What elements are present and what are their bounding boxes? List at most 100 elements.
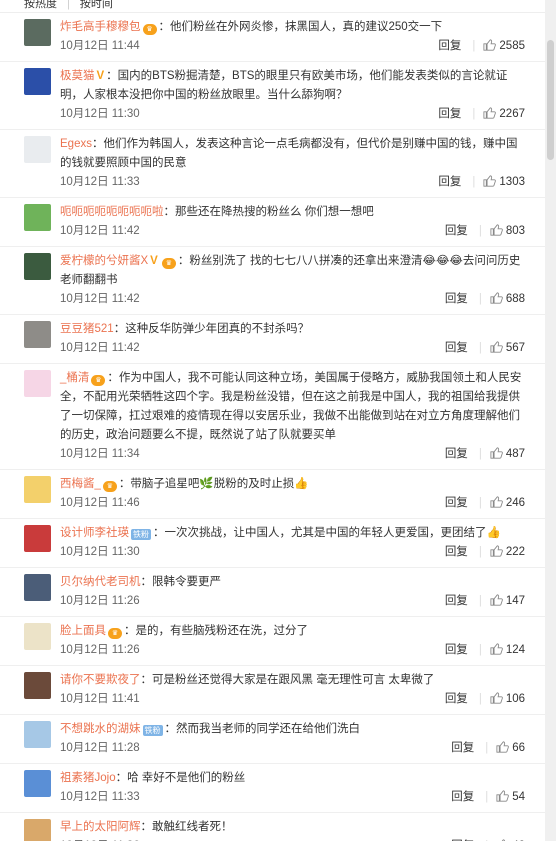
- avatar[interactable]: [24, 136, 51, 163]
- comment-text-block: 设计师李社瑛 铁粉 ：一次次挑战，让中国人，尤其是中国的年轻人更爱国，更团结了👍: [60, 524, 525, 543]
- comment-date: 10月12日 11:34: [60, 448, 140, 460]
- thumbs-up-icon[interactable]: [483, 39, 497, 51]
- thumbs-up-icon[interactable]: [490, 594, 503, 606]
- reply-button[interactable]: 回复: [445, 293, 468, 305]
- thumbs-up-icon[interactable]: [490, 692, 503, 704]
- thumbs-up-icon[interactable]: [490, 643, 503, 655]
- comment-item: 贝尔纳代老司机：限韩令要更严 10月12日 11:26 回复 | 147: [0, 568, 545, 617]
- avatar[interactable]: [24, 721, 51, 748]
- reply-button[interactable]: 回复: [438, 108, 461, 120]
- comment-text: 哈 幸好不是他们的粉丝: [127, 772, 246, 784]
- comment-meta: 10月12日 11:26 回复 | 147: [60, 592, 525, 610]
- comment-colon: ：: [140, 674, 153, 686]
- thumbs-up-icon[interactable]: [496, 741, 510, 753]
- like-count[interactable]: 246: [506, 497, 525, 509]
- like-count[interactable]: 106: [506, 693, 525, 705]
- avatar[interactable]: [24, 770, 51, 797]
- commenter-name[interactable]: 不想跳水的湖妹: [60, 723, 141, 735]
- avatar[interactable]: [24, 204, 51, 231]
- like-count[interactable]: 147: [506, 595, 525, 607]
- thumbs-up-icon[interactable]: [490, 496, 503, 508]
- reply-button[interactable]: 回复: [451, 742, 474, 754]
- comment-item: 早上的太阳阿辉：敢触红线者死！10月12日 11:36回复|42: [0, 813, 545, 841]
- thumbs-up-icon[interactable]: [496, 790, 510, 802]
- thumbs-up-icon[interactable]: [483, 107, 497, 119]
- avatar[interactable]: [24, 19, 51, 46]
- comment-text-block: _桶清 ♛ ：作为中国人，我不可能认同这种立场，美国属于侵略方，威胁我国领土和人民安…: [60, 369, 525, 445]
- comment-text-block: Egexs：他们作为韩国人，发表这种言论一点毛病都没有，但代价是别赚中国的钱，赚…: [60, 135, 525, 173]
- comment-date: 10月12日 11:42: [60, 342, 140, 354]
- commenter-name[interactable]: _桶清: [60, 372, 89, 384]
- like-count[interactable]: 1303: [499, 176, 525, 188]
- commenter-name[interactable]: 西梅酱_: [60, 478, 101, 490]
- comment-date: 10月12日 11:26: [60, 644, 140, 656]
- commenter-name[interactable]: 设计师李社瑛: [60, 527, 129, 539]
- commenter-name[interactable]: 请你不要欺夜了: [60, 674, 141, 686]
- commenter-name[interactable]: 爱柠檬的兮妍酱X: [60, 255, 148, 267]
- commenter-name[interactable]: 贝尔纳代老司机: [60, 576, 141, 588]
- like-count[interactable]: 803: [506, 225, 525, 237]
- avatar[interactable]: [24, 321, 51, 348]
- like-count[interactable]: 222: [506, 546, 525, 558]
- thumbs-up-icon[interactable]: [490, 224, 503, 236]
- commenter-name[interactable]: Egexs: [60, 138, 92, 150]
- thumbs-up-icon[interactable]: [490, 447, 503, 459]
- avatar[interactable]: [24, 623, 51, 650]
- reply-button[interactable]: 回复: [445, 225, 468, 237]
- reply-button[interactable]: 回复: [438, 40, 461, 52]
- scrollbar-thumb[interactable]: [547, 40, 554, 160]
- reply-button[interactable]: 回复: [445, 448, 468, 460]
- comment-actions: 回复 | 1303: [438, 173, 525, 191]
- like-count[interactable]: 688: [506, 293, 525, 305]
- like-count[interactable]: 567: [506, 342, 525, 354]
- avatar[interactable]: [24, 253, 51, 280]
- comment-date: 10月12日 11:30: [60, 546, 140, 558]
- scrollbar[interactable]: [545, 0, 556, 841]
- comment-item: 西梅酱_ ♛ ：带脑子追星吧🌿脱粉的及时止损👍 10月12日 11:46 回复 | 246: [0, 470, 545, 519]
- thumbs-up-icon[interactable]: [483, 175, 497, 187]
- like-count[interactable]: 66: [512, 742, 525, 754]
- reply-button[interactable]: 回复: [445, 497, 468, 509]
- tab-hot[interactable]: 按热度: [24, 0, 57, 10]
- tab-time[interactable]: 按时间: [80, 0, 113, 10]
- action-divider: |: [478, 448, 482, 460]
- like-count[interactable]: 54: [512, 791, 525, 803]
- thumbs-up-icon[interactable]: [490, 545, 503, 557]
- like-count[interactable]: 124: [506, 644, 525, 656]
- commenter-name[interactable]: 祖素猪Jojo: [60, 772, 116, 784]
- thumbs-up-icon[interactable]: [490, 341, 503, 353]
- comment-colon: ：: [124, 625, 136, 637]
- comment-text-block: 脸上面具 ♛ ：是的，有些脑残粉还在洗，过分了: [60, 622, 525, 641]
- comment-item: 请你不要欺夜了：可是粉丝还觉得大家是在跟风黑 毫无理性可言 太卑微了 10月12日…: [0, 666, 545, 715]
- avatar[interactable]: [24, 574, 51, 601]
- commenter-name[interactable]: 极莫猫: [60, 70, 95, 82]
- comment-text: 这种反华防弹少年团真的不封杀吗？: [125, 323, 310, 335]
- avatar[interactable]: [24, 370, 51, 397]
- avatar[interactable]: [24, 476, 51, 503]
- reply-button[interactable]: 回复: [451, 791, 474, 803]
- commenter-name[interactable]: 炸毛高手穆穆包: [60, 21, 141, 33]
- comment-colon: ：: [164, 723, 177, 735]
- reply-button[interactable]: 回复: [445, 693, 468, 705]
- comment-actions: 回复 | 54: [451, 788, 525, 806]
- commenter-name[interactable]: 呃呃呃呃呃呃呃呃啦: [60, 206, 164, 218]
- commenter-name[interactable]: 豆豆猪521: [60, 323, 114, 335]
- avatar[interactable]: [24, 68, 51, 95]
- comment-meta: 10月12日 11:46 回复 | 246: [60, 494, 525, 512]
- action-divider: |: [472, 40, 476, 52]
- reply-button[interactable]: 回复: [445, 342, 468, 354]
- like-count[interactable]: 2267: [499, 108, 525, 120]
- reply-button[interactable]: 回复: [445, 546, 468, 558]
- avatar[interactable]: [24, 819, 51, 841]
- reply-button[interactable]: 回复: [445, 595, 468, 607]
- commenter-name[interactable]: 早上的太阳阿辉: [60, 821, 141, 833]
- commenter-name[interactable]: 脸上面具: [60, 625, 106, 637]
- like-count[interactable]: 487: [506, 448, 525, 460]
- like-count[interactable]: 2585: [499, 40, 525, 52]
- avatar[interactable]: [24, 525, 51, 552]
- thumbs-up-icon[interactable]: [490, 292, 503, 304]
- reply-button[interactable]: 回复: [445, 644, 468, 656]
- reply-button[interactable]: 回复: [438, 176, 461, 188]
- vip-crown-icon: ♛: [102, 481, 117, 492]
- avatar[interactable]: [24, 672, 51, 699]
